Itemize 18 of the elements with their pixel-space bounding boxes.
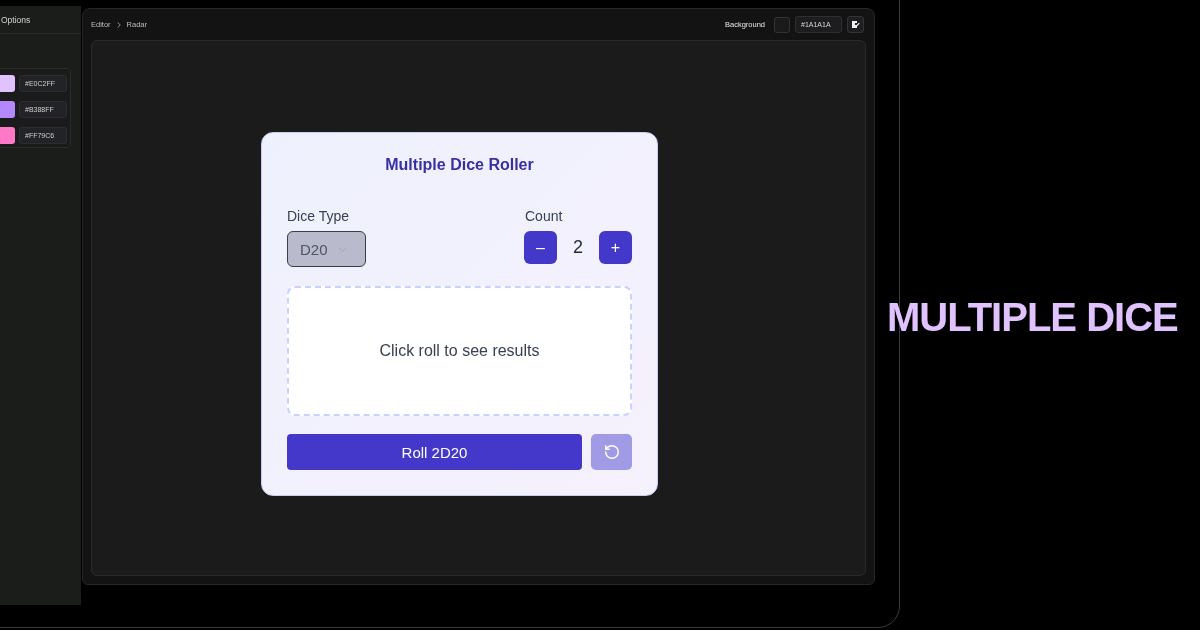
color-swatch-icon[interactable] xyxy=(0,127,15,144)
color-swatch-icon[interactable] xyxy=(0,101,15,118)
chevron-right-icon xyxy=(116,21,121,28)
dice-type-label: Dice Type xyxy=(287,208,349,225)
sidebar-title: Options xyxy=(1,14,31,25)
card-title: Multiple Dice Roller xyxy=(384,155,535,175)
color-swatch-icon[interactable] xyxy=(0,75,15,92)
increment-button[interactable]: + xyxy=(599,231,632,264)
count-label: Count xyxy=(525,208,563,225)
headline: MULTIPLE DICE xyxy=(887,297,1178,337)
results-message: Click roll to see results xyxy=(379,342,540,360)
decrement-button[interactable]: – xyxy=(524,231,557,264)
color-swatch-icon[interactable] xyxy=(774,16,790,33)
count-value: 2 xyxy=(572,237,584,258)
roll-button[interactable]: Roll 2D20 xyxy=(287,434,582,470)
edit-icon xyxy=(851,20,860,29)
circular-arrow-icon xyxy=(604,445,619,459)
edit-button[interactable] xyxy=(847,16,864,33)
